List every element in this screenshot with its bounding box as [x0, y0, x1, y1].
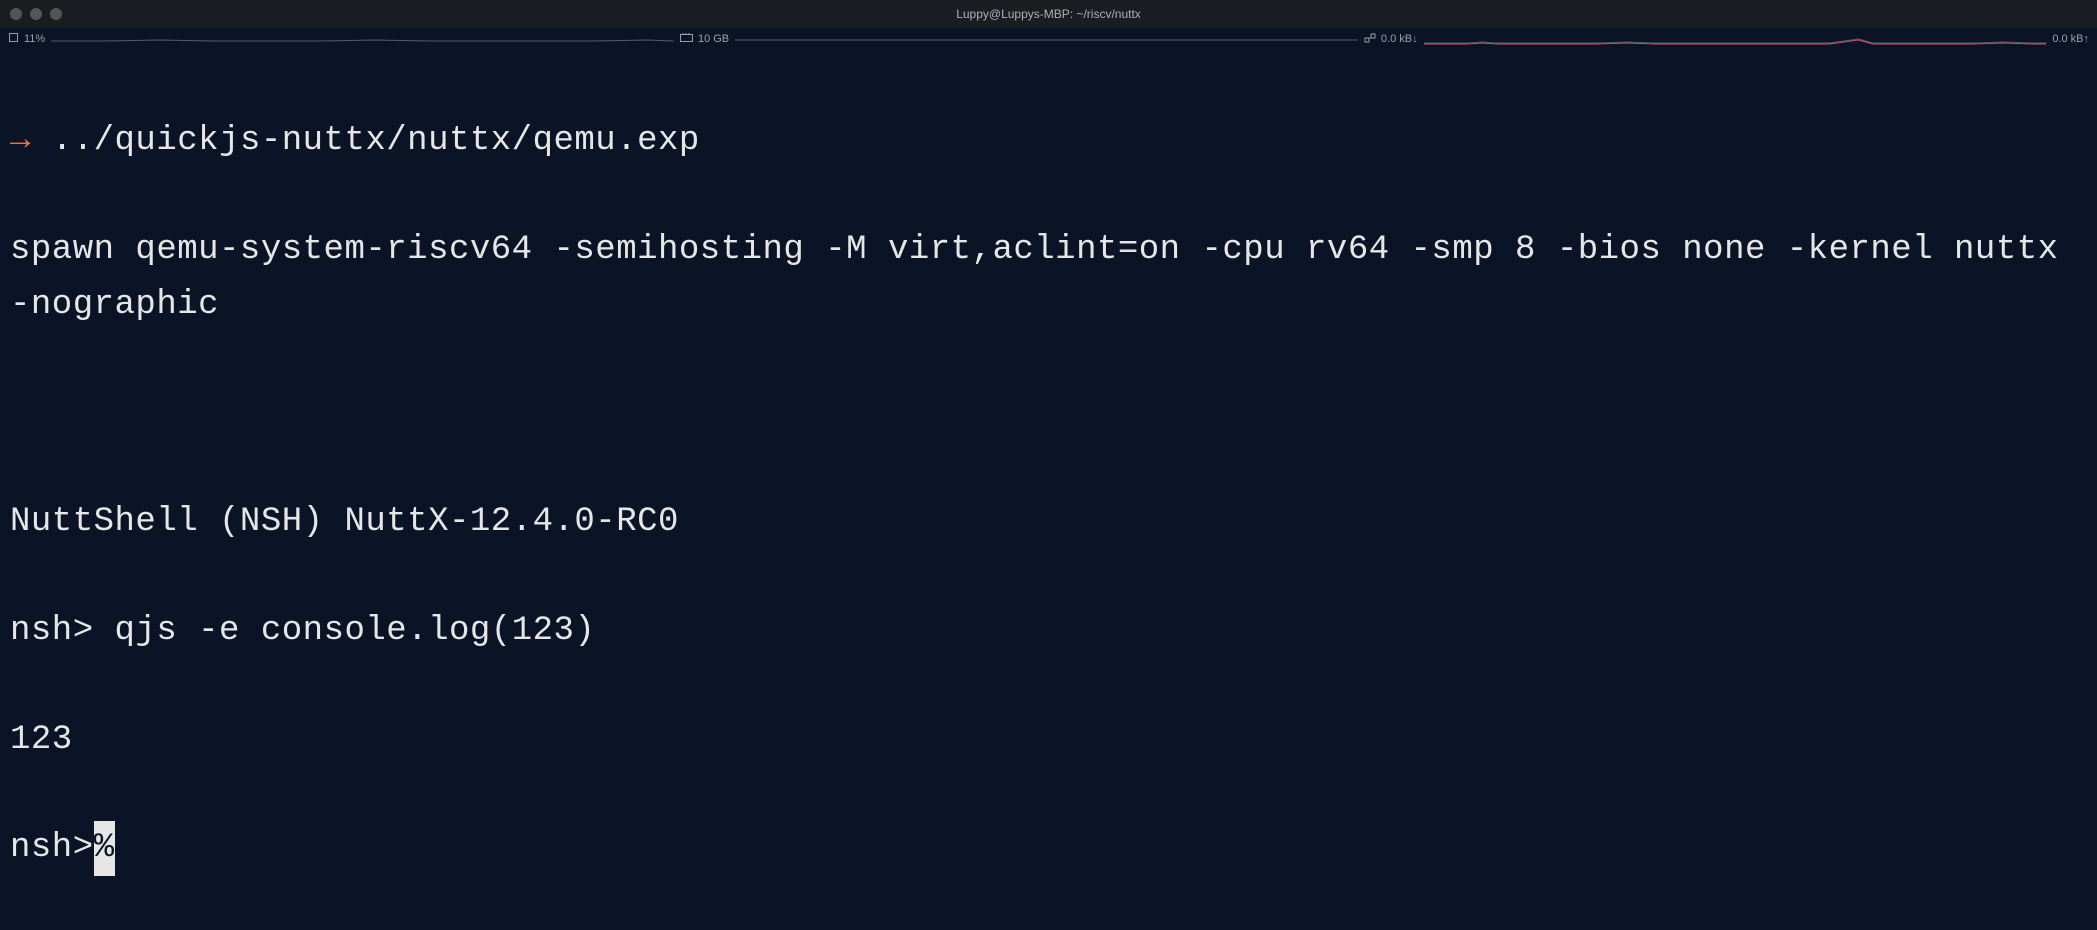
net-up: 0.0 kB↑ — [2052, 33, 2089, 45]
nsh-prompt: nsh> — [10, 829, 94, 867]
terminal-output[interactable]: → ../quickjs-nuttx/nuttx/qemu.exp spawn … — [0, 50, 2097, 930]
status-bar: 11% 10 GB 0.0 kB↓ 0.0 kB↑ — [0, 28, 2097, 50]
net-up-status: 0.0 kB↑ — [2052, 33, 2089, 45]
spawn-output: spawn qemu-system-riscv64 -semihosting -… — [10, 223, 2087, 332]
prompt-arrow-icon: → — [10, 122, 31, 160]
memory-value: 10 GB — [698, 33, 729, 45]
cpu-sparkline — [51, 32, 674, 46]
network-status: 0.0 kB↓ — [1364, 33, 1418, 46]
window-controls — [10, 8, 62, 20]
cpu-icon — [8, 32, 19, 46]
shell-banner: NuttShell (NSH) NuttX-12.4.0-RC0 — [10, 495, 2087, 549]
zoom-icon[interactable] — [50, 8, 62, 20]
blank-line — [10, 386, 2087, 440]
nsh-prompt: nsh> — [10, 612, 115, 650]
command-text: ../quickjs-nuttx/nuttx/qemu.exp — [52, 122, 700, 160]
close-icon[interactable] — [10, 8, 22, 20]
net-down: 0.0 kB↓ — [1381, 33, 1418, 45]
window-title: Luppy@Luppys-MBP: ~/riscv/nuttx — [956, 7, 1141, 21]
network-icon — [1364, 33, 1376, 46]
titlebar: Luppy@Luppys-MBP: ~/riscv/nuttx — [0, 0, 2097, 28]
network-sparkline — [1424, 32, 2047, 46]
command-line: → ../quickjs-nuttx/nuttx/qemu.exp — [10, 114, 2087, 168]
memory-status: 10 GB — [680, 33, 729, 46]
cursor: % — [94, 821, 115, 875]
memory-sparkline — [735, 32, 1358, 46]
cpu-status: 11% — [8, 32, 45, 46]
cpu-percent: 11% — [24, 33, 45, 45]
nsh-command-line: nsh> qjs -e console.log(123) — [10, 604, 2087, 658]
minimize-icon[interactable] — [30, 8, 42, 20]
memory-icon — [680, 33, 693, 46]
nsh-prompt-line: nsh>% — [10, 821, 2087, 875]
command-output: 123 — [10, 713, 2087, 767]
nsh-command: qjs -e console.log(123) — [115, 612, 596, 650]
